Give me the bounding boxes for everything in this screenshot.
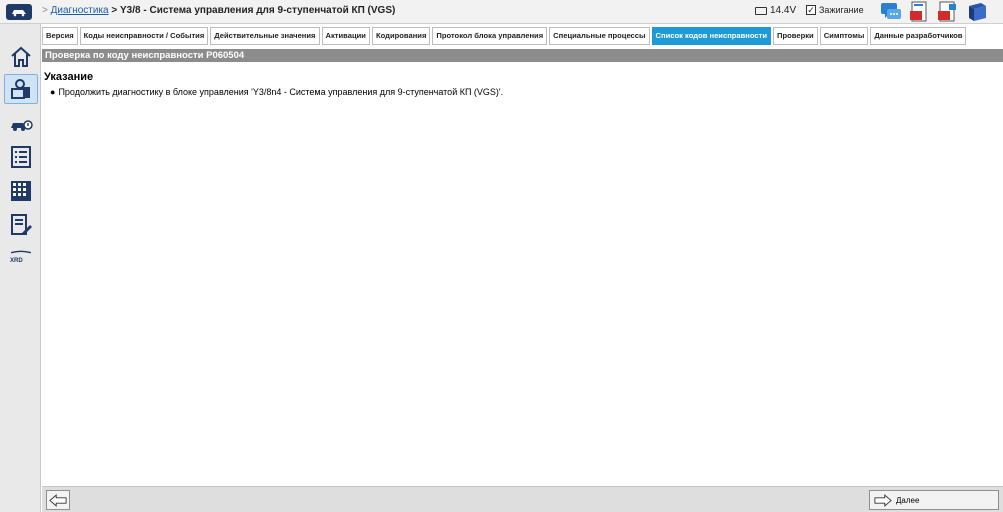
left-sidebar: XRD xyxy=(0,24,41,512)
car-logo-icon xyxy=(12,10,26,17)
breadcrumb-separator: > xyxy=(111,5,118,16)
page-title: Y3/8 - Система управления для 9-ступенча… xyxy=(120,5,396,16)
tab-activations[interactable]: Активации xyxy=(321,27,370,45)
notice-text: Продолжить диагностику в блоке управлени… xyxy=(58,87,504,97)
xrd-label: XRD xyxy=(10,258,23,264)
pdf-report-icon[interactable] xyxy=(908,1,930,23)
vehicle-info-icon xyxy=(11,120,33,131)
tab-fault-codes[interactable]: Коды неисправности / События xyxy=(79,27,209,45)
main-content: Указание ● Продолжить диагностику в блоке… xyxy=(42,62,1003,486)
tab-version[interactable]: Версия xyxy=(42,27,78,45)
chat-support-icon[interactable] xyxy=(880,1,902,23)
home-icon xyxy=(11,46,31,67)
arrow-left-icon xyxy=(49,493,67,507)
section-title: Проверка по коду неисправности P060504 xyxy=(42,49,1003,62)
back-button[interactable] xyxy=(46,490,70,510)
tab-actual-values[interactable]: Действительные значения xyxy=(210,27,320,45)
sidebar-item-documents[interactable] xyxy=(4,210,38,240)
voltage-indicator: 14.4V xyxy=(755,5,796,16)
tab-checks[interactable]: Проверки xyxy=(773,27,818,45)
next-button-label: Далее xyxy=(896,495,920,505)
tab-fault-code-list[interactable]: Список кодов неисправности xyxy=(651,27,772,45)
notice-item: ● Продолжить диагностику в блоке управлен… xyxy=(50,87,503,97)
sidebar-item-modules[interactable] xyxy=(4,176,38,206)
list-icon xyxy=(11,146,31,168)
pdf-export-icon[interactable] xyxy=(936,1,958,23)
sidebar-item-list[interactable] xyxy=(4,142,38,172)
bottom-bar: Далее xyxy=(42,486,1003,512)
app-window: > Диагностика > Y3/8 - Система управлени… xyxy=(0,0,1003,512)
breadcrumb: > Диагностика > Y3/8 - Система управлени… xyxy=(42,5,395,16)
tab-special-procedures[interactable]: Специальные процессы xyxy=(549,27,650,45)
breadcrumb-prefix: > xyxy=(42,5,48,16)
diagnosis-icon xyxy=(11,79,30,99)
tab-codings[interactable]: Кодирования xyxy=(371,27,431,45)
grid-module-icon xyxy=(11,181,31,201)
document-edit-icon xyxy=(11,214,32,235)
tab-developer-data[interactable]: Данные разработчиков xyxy=(870,27,967,45)
bullet-icon: ● xyxy=(50,87,56,97)
next-button[interactable]: Далее xyxy=(869,490,999,510)
sidebar-item-home[interactable] xyxy=(4,42,38,72)
sidebar-item-diagnosis[interactable] xyxy=(4,74,38,104)
arrow-right-icon xyxy=(874,493,892,507)
voltage-value: 14.4V xyxy=(770,5,797,16)
tab-symptoms[interactable]: Симптомы xyxy=(819,27,869,45)
breadcrumb-link-diagnosis[interactable]: Диагностика xyxy=(51,5,109,16)
ignition-label: Зажигание xyxy=(819,5,864,15)
top-header: > Диагностика > Y3/8 - Система управлени… xyxy=(0,0,1003,24)
tab-bar: Версия Коды неисправности / События Дейс… xyxy=(42,27,968,45)
tab-control-unit-log[interactable]: Протокол блока управления xyxy=(432,27,548,45)
ignition-indicator: ✓ Зажигание xyxy=(806,5,864,15)
ignition-checkbox: ✓ xyxy=(806,5,816,15)
notice-heading: Указание xyxy=(44,71,94,83)
xentry-logo[interactable] xyxy=(6,4,32,20)
battery-icon xyxy=(755,6,767,15)
sidebar-item-vehicle[interactable] xyxy=(4,110,38,140)
manual-book-icon[interactable] xyxy=(966,1,988,23)
